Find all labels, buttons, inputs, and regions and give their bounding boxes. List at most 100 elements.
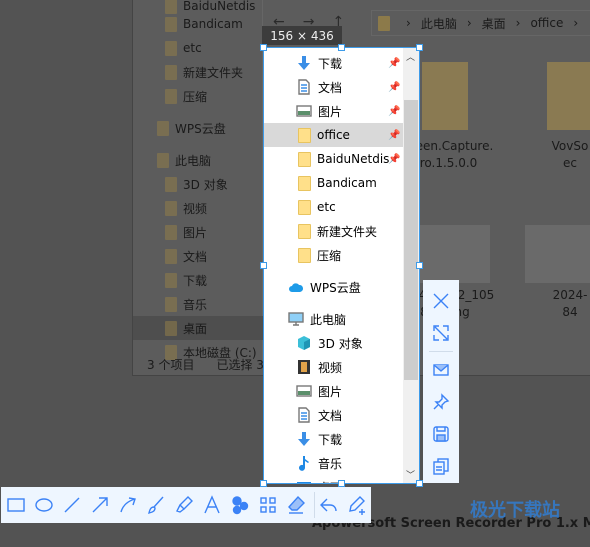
save-icon[interactable] [429,422,453,446]
nav-item[interactable]: 视频 [133,196,263,220]
folder-icon [165,40,177,56]
nav-item[interactable]: 3D 对象 [133,172,263,196]
nav-item-label: 下载 [318,432,343,447]
breadcrumb-sep: › [515,16,521,30]
desktop-icon [297,482,311,483]
video-icon [298,360,310,374]
nav-item[interactable]: 文档 [133,244,263,268]
nav-item[interactable]: 此电脑 [264,307,404,331]
pin-icon[interactable]: 📌 [388,154,400,165]
nav-item-label: 3D 对象 [318,336,363,351]
nav-item[interactable]: 视频 [264,355,404,379]
scroll-down-icon[interactable]: ﹀ [406,468,415,481]
music-icon [299,456,309,471]
undo-icon[interactable] [319,493,339,517]
nav-item[interactable]: 桌面 [133,316,263,340]
edit-icon[interactable] [347,493,367,517]
rectangle-icon[interactable] [6,493,26,517]
file-name: 2024- 84 [552,288,588,319]
highlighter-icon[interactable] [174,493,194,517]
pin-icon[interactable]: 📌 [388,82,400,93]
video-icon [165,200,177,216]
folder-icon [298,223,311,239]
nav-item[interactable]: 3D 对象 [264,331,404,355]
document-icon [165,248,177,264]
resize-handle[interactable] [260,44,267,51]
nav-item[interactable]: WPS云盘 [133,116,263,140]
file-item: VovSo ec [515,62,590,172]
computer-icon [288,312,304,326]
file-item: 2024- 84 [515,225,590,321]
nav-item[interactable]: 音乐 [264,451,404,475]
nav-item[interactable]: BaiduNetdis 📌 [264,147,404,171]
nav-item[interactable]: 下载 📌 [264,51,404,75]
ellipse-icon[interactable] [34,493,54,517]
selected-count: 已选择 3 [216,357,264,372]
nav-item-label: 图片 [183,225,208,240]
resize-handle[interactable] [416,262,423,269]
file-name: VovSo ec [551,139,589,170]
nav-item[interactable]: 下载 [133,268,263,292]
nav-item[interactable]: 图片 📌 [264,99,404,123]
picture-icon [296,385,312,397]
resize-handle[interactable] [416,480,423,487]
nav-item[interactable]: Bandicam [133,12,263,36]
nav-item[interactable]: 图片 [264,379,404,403]
resize-handle[interactable] [338,480,345,487]
nav-item[interactable]: 下载 [264,427,404,451]
resize-handle[interactable] [260,480,267,487]
nav-item[interactable]: 新建文件夹 [133,60,263,84]
curved-arrow-icon[interactable] [118,493,138,517]
cloud-icon [289,283,304,292]
nav-item-label: 音乐 [183,297,208,312]
nav-item[interactable]: 图片 [133,220,263,244]
breadcrumb-item: 此电脑 [420,16,457,31]
nav-item[interactable]: etc [133,36,263,60]
pin-icon[interactable]: 📌 [388,58,400,69]
capture-region[interactable]: 下载 📌 文档 📌 图片 📌 office 📌 BaiduNetdis 📌 Bandicam etc 新… [263,47,420,484]
close-icon[interactable] [429,289,453,313]
nav-item-label: 图片 [318,384,343,399]
cube-icon [165,176,177,192]
nav-item[interactable]: 压缩 [133,84,263,108]
resize-handle[interactable] [338,44,345,51]
download-icon [165,272,177,288]
number-marker-icon[interactable] [230,493,250,517]
nav-item[interactable]: etc [264,195,404,219]
mosaic-icon[interactable] [258,493,278,517]
nav-item-label: 下载 [183,273,208,288]
nav-item[interactable]: WPS云盘 [264,275,404,299]
nav-item-label: 下载 [318,56,343,71]
arrow-icon[interactable] [90,493,110,517]
pin-icon[interactable] [429,390,453,414]
resize-handle[interactable] [416,44,423,51]
text-icon[interactable] [202,493,222,517]
resize-handle[interactable] [260,262,267,269]
nav-item[interactable]: 压缩 [264,243,404,267]
copy-icon[interactable] [429,454,453,478]
mail-icon[interactable] [429,358,453,382]
brush-icon[interactable] [146,493,166,517]
nav-item-label: 文档 [183,249,208,264]
scroll-up-icon[interactable]: ︿ [406,50,415,63]
nav-item[interactable]: 桌面 [264,475,404,483]
nav-item-label: Bandicam [317,176,377,190]
pin-icon[interactable]: 📌 [388,106,400,117]
nav-item[interactable]: 文档 📌 [264,75,404,99]
nav-item[interactable]: Bandicam [264,171,404,195]
nav-item-label: 文档 [318,80,343,95]
download-icon [298,56,310,70]
nav-item[interactable]: 新建文件夹 [264,219,404,243]
watermark: 极光下载站 [470,500,560,521]
line-icon[interactable] [62,493,82,517]
pin-icon[interactable]: 📌 [388,130,400,141]
nav-item-label: WPS云盘 [310,280,361,295]
fullscreen-icon[interactable] [429,321,453,345]
eraser-icon[interactable] [286,493,306,517]
nav-item[interactable]: 此电脑 [133,148,263,172]
nav-item-label: office [317,128,350,142]
nav-item[interactable]: 音乐 [133,292,263,316]
nav-item[interactable]: office 📌 [264,123,404,147]
scrollbar-thumb[interactable] [404,100,418,380]
nav-item[interactable]: 文档 [264,403,404,427]
